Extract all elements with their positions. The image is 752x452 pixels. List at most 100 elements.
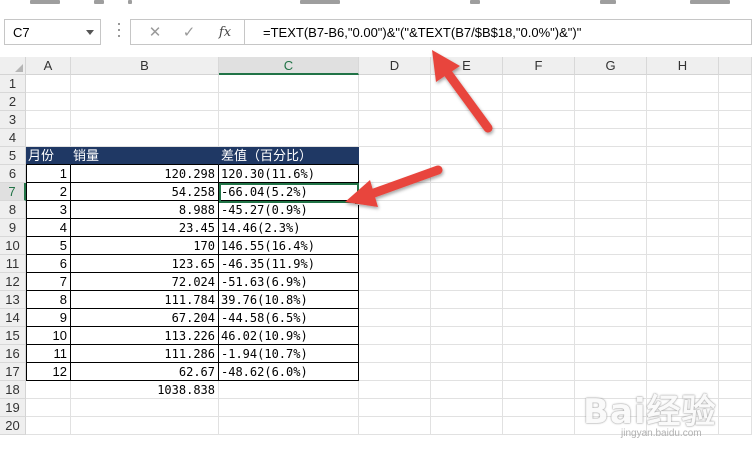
cell-H3[interactable] [647,111,719,129]
cell-C1[interactable] [219,75,359,93]
cell-B20[interactable] [71,417,219,435]
cell-F13[interactable] [503,291,575,309]
cell-F12[interactable] [503,273,575,291]
row-header-16[interactable]: 16 [0,345,26,363]
cell-G1[interactable] [575,75,647,93]
cell-E17[interactable] [431,363,503,381]
cell-H11[interactable] [647,255,719,273]
cell-I1[interactable] [719,75,752,93]
table-cell-b[interactable]: 67.204 [71,309,219,327]
cell-E3[interactable] [431,111,503,129]
table-cell-a[interactable]: 1 [26,165,71,183]
table-cell-a[interactable]: 2 [26,183,71,201]
table-cell-c[interactable]: -1.94(10.7%) [219,345,359,363]
cell-D4[interactable] [359,129,431,147]
cell-F16[interactable] [503,345,575,363]
cell-H12[interactable] [647,273,719,291]
table-cell-b[interactable]: 120.298 [71,165,219,183]
cell-E2[interactable] [431,93,503,111]
table-cell-b[interactable]: 111.784 [71,291,219,309]
cell-F14[interactable] [503,309,575,327]
table-cell-b[interactable]: 8.988 [71,201,219,219]
row-header-8[interactable]: 8 [0,201,26,219]
cell-G7[interactable] [575,183,647,201]
row-header-2[interactable]: 2 [0,93,26,111]
cell-C4[interactable] [219,129,359,147]
cell-G17[interactable] [575,363,647,381]
cell-H13[interactable] [647,291,719,309]
cell-F4[interactable] [503,129,575,147]
row-header-19[interactable]: 19 [0,399,26,417]
cell-F3[interactable] [503,111,575,129]
cell-D6[interactable] [359,165,431,183]
table-header-b[interactable]: 销量 [71,147,219,165]
cell-E16[interactable] [431,345,503,363]
column-header-i[interactable] [719,57,752,75]
cell-G6[interactable] [575,165,647,183]
cell-H5[interactable] [647,147,719,165]
cell-E8[interactable] [431,201,503,219]
table-cell-c[interactable]: -44.58(6.5%) [219,309,359,327]
cell-C2[interactable] [219,93,359,111]
cell-F7[interactable] [503,183,575,201]
cell-D18[interactable] [359,381,431,399]
cell-D1[interactable] [359,75,431,93]
cell-I11[interactable] [719,255,752,273]
cell-G8[interactable] [575,201,647,219]
cell-H7[interactable] [647,183,719,201]
cell-D11[interactable] [359,255,431,273]
cell-E12[interactable] [431,273,503,291]
cell-B4[interactable] [71,129,219,147]
cell-F1[interactable] [503,75,575,93]
cell-E10[interactable] [431,237,503,255]
row-header-1[interactable]: 1 [0,75,26,93]
cell-I2[interactable] [719,93,752,111]
chevron-down-icon[interactable] [86,30,94,35]
cell-E15[interactable] [431,327,503,345]
table-cell-b[interactable]: 113.226 [71,327,219,345]
cell-C18[interactable] [219,381,359,399]
cell-H1[interactable] [647,75,719,93]
cell-E14[interactable] [431,309,503,327]
table-cell-a[interactable]: 6 [26,255,71,273]
cell-C19[interactable] [219,399,359,417]
row-header-14[interactable]: 14 [0,309,26,327]
table-cell-b[interactable]: 170 [71,237,219,255]
table-cell-a[interactable]: 7 [26,273,71,291]
cell-F20[interactable] [503,417,575,435]
cell-F17[interactable] [503,363,575,381]
cancel-icon[interactable]: ✕ [141,23,169,43]
table-cell-b[interactable]: 111.286 [71,345,219,363]
row-header-6[interactable]: 6 [0,165,26,183]
table-cell-c[interactable]: 39.76(10.8%) [219,291,359,309]
row-header-4[interactable]: 4 [0,129,26,147]
table-cell-c[interactable]: 146.55(16.4%) [219,237,359,255]
cell-G13[interactable] [575,291,647,309]
cell-I5[interactable] [719,147,752,165]
enter-icon[interactable]: ✓ [175,23,203,43]
cell-A2[interactable] [26,93,71,111]
cell-H16[interactable] [647,345,719,363]
table-cell-c[interactable]: -46.35(11.9%) [219,255,359,273]
cell-E20[interactable] [431,417,503,435]
column-header-e[interactable]: E [431,57,503,75]
cell-D2[interactable] [359,93,431,111]
cell-G12[interactable] [575,273,647,291]
cell-I13[interactable] [719,291,752,309]
cell-E13[interactable] [431,291,503,309]
table-cell-b[interactable]: 123.65 [71,255,219,273]
cell-G14[interactable] [575,309,647,327]
cell-E4[interactable] [431,129,503,147]
cell-A1[interactable] [26,75,71,93]
cell-D8[interactable] [359,201,431,219]
total-cell[interactable]: 1038.838 [71,381,219,399]
cell-H15[interactable] [647,327,719,345]
cell-D15[interactable] [359,327,431,345]
cell-G15[interactable] [575,327,647,345]
cell-I14[interactable] [719,309,752,327]
cell-E7[interactable] [431,183,503,201]
cell-B2[interactable] [71,93,219,111]
cell-H17[interactable] [647,363,719,381]
row-header-12[interactable]: 12 [0,273,26,291]
row-header-11[interactable]: 11 [0,255,26,273]
